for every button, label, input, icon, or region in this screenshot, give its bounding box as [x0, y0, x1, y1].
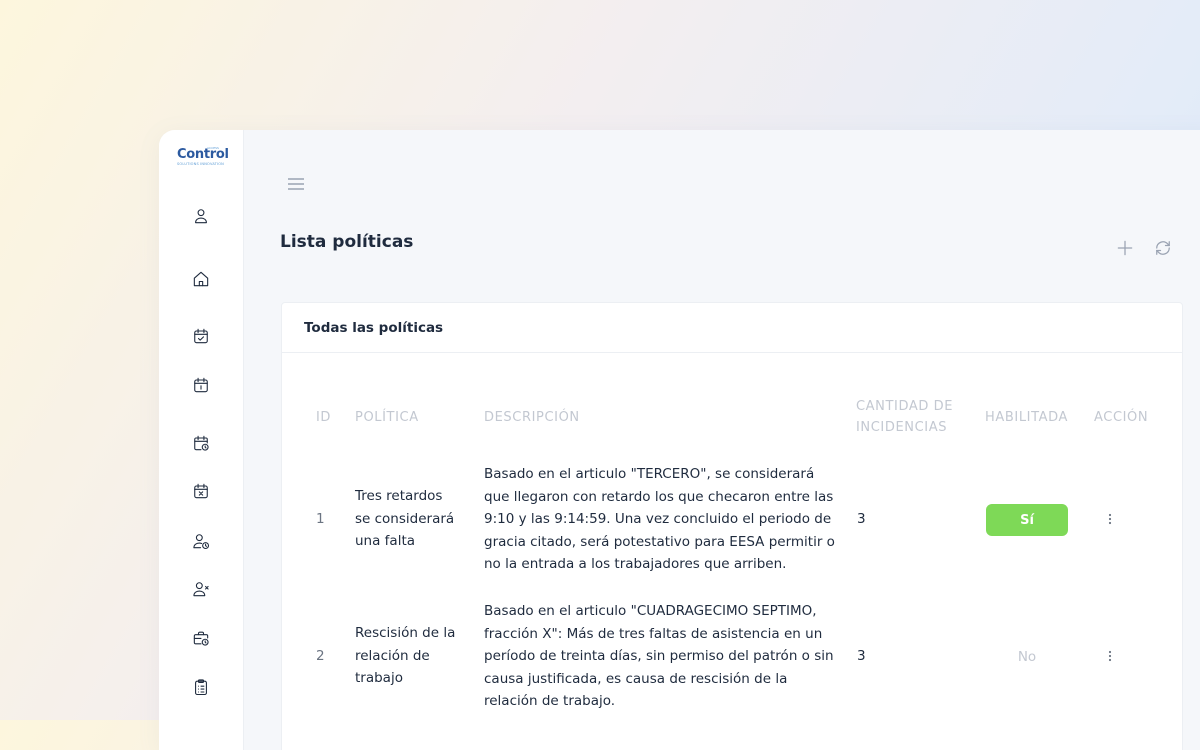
kebab-menu-icon: [1108, 513, 1112, 525]
sidebar-item-absent-employees[interactable]: [189, 577, 213, 601]
sidebar: ACCESS Control SOLUTIONS INNOVATION: [159, 130, 244, 750]
card-title: Todas las políticas: [282, 303, 1182, 353]
row-id: 1: [316, 511, 325, 527]
home-icon: [193, 271, 209, 287]
user-x-icon: [193, 582, 209, 597]
plus-icon: [1117, 240, 1133, 256]
clipboard-list-icon: [195, 679, 207, 696]
sidebar-item-reports[interactable]: [189, 675, 213, 699]
logo-tiny-text: ACCESS: [207, 146, 219, 150]
policies-card: Todas las políticas ID POLÍTICA DESCRIPC…: [281, 302, 1183, 750]
table-row[interactable]: 1 Tres retardos se considerará una falta…: [282, 463, 1182, 578]
row-description-line: gracia citado, será potestativo para EES…: [484, 533, 835, 550]
column-header-count[interactable]: CANTIDAD DE INCIDENCIAS: [856, 396, 953, 438]
column-header-action: ACCIÓN: [1094, 410, 1149, 425]
column-header-enabled[interactable]: HABILITADA: [985, 407, 1068, 428]
row-description-line: 9:10 y las 9:14:59. Una vez concluido el…: [484, 511, 832, 527]
row-description-line: período de treinta días, sin permiso del…: [484, 648, 834, 664]
row-policy: Tres retardos se considerará una falta: [355, 485, 454, 553]
logo-wordmark: Control: [177, 147, 229, 162]
calendar-one-icon: [194, 377, 208, 393]
logo[interactable]: ACCESS Control SOLUTIONS INNOVATION: [177, 146, 229, 172]
hamburger-icon: [288, 178, 304, 190]
column-header-count-line2: INCIDENCIAS: [856, 420, 948, 435]
sidebar-item-late-employees[interactable]: [189, 529, 213, 553]
table-header: ID POLÍTICA DESCRIPCIÓN CANTIDAD DE INCI…: [282, 396, 1182, 440]
briefcase-clock-icon: [193, 631, 209, 646]
row-policy-line: Tres retardos: [355, 488, 443, 504]
row-policy-line: Rescisión de la: [355, 625, 456, 641]
row-policy-line: se considerará: [355, 510, 455, 527]
menu-toggle[interactable]: [287, 176, 305, 192]
row-count: 3: [857, 648, 866, 664]
column-header-id[interactable]: ID: [316, 407, 331, 428]
enabled-toggle-on[interactable]: Sí: [986, 504, 1068, 536]
kebab-menu-icon: [1108, 650, 1112, 662]
sidebar-item-work-hours[interactable]: [189, 626, 213, 650]
row-policy-line: relación de: [355, 647, 430, 664]
row-actions-button[interactable]: [1100, 646, 1120, 666]
column-header-policy[interactable]: POLÍTICA: [355, 407, 419, 428]
row-id: 2: [316, 648, 325, 664]
sidebar-item-absences[interactable]: [189, 479, 213, 503]
page-title: Lista políticas: [280, 232, 414, 252]
logo-subtext: SOLUTIONS INNOVATION: [177, 162, 224, 166]
sidebar-item-profile[interactable]: [189, 204, 213, 228]
app-window: ACCESS Control SOLUTIONS INNOVATION List…: [159, 130, 1200, 750]
row-description-line: causa justificada, es causa de rescisión…: [484, 670, 788, 687]
row-description: Basado en el articulo "TERCERO", se cons…: [484, 463, 835, 576]
sidebar-item-schedule[interactable]: [189, 431, 213, 455]
enabled-toggle-off[interactable]: No: [986, 641, 1068, 673]
refresh-icon: [1156, 241, 1170, 255]
sidebar-item-calendar[interactable]: [189, 373, 213, 397]
row-actions-button[interactable]: [1100, 509, 1120, 529]
row-policy-line: una falta: [355, 533, 416, 549]
main-content: Lista políticas Todas las políticas ID P…: [243, 130, 1200, 750]
row-description-line: Basado en el articulo "TERCERO", se cons…: [484, 466, 815, 482]
refresh-button[interactable]: [1151, 236, 1175, 260]
column-header-description[interactable]: DESCRIPCIÓN: [484, 407, 580, 428]
row-count: 3: [857, 511, 866, 527]
user-icon: [195, 209, 207, 224]
row-description-line: que llegaron con retardo los que checaro…: [484, 488, 834, 505]
sidebar-item-attendance[interactable]: [189, 324, 213, 348]
calendar-x-icon: [194, 483, 208, 499]
user-clock-icon: [193, 534, 210, 550]
add-policy-button[interactable]: [1113, 236, 1137, 260]
column-header-count-line1: CANTIDAD DE: [856, 399, 954, 414]
row-policy: Rescisión de la relación de trabajo: [355, 622, 455, 690]
table-row[interactable]: 2 Rescisión de la relación de trabajo Ba…: [282, 600, 1182, 715]
row-policy-line: trabajo: [355, 670, 403, 686]
row-description-line: Basado en el articulo "CUADRAGECIMO SEPT…: [484, 603, 817, 619]
page-actions: [1113, 236, 1175, 260]
calendar-check-icon: [194, 328, 208, 344]
calendar-clock-icon: [194, 435, 209, 451]
row-description-line: relación de trabajo.: [484, 693, 616, 709]
row-description-line: no la entrada a los trabajadores que arr…: [484, 556, 787, 572]
sidebar-item-home[interactable]: [189, 267, 213, 291]
row-description: Basado en el articulo "CUADRAGECIMO SEPT…: [484, 600, 834, 713]
row-description-line: fracción X": Más de tres faltas de asist…: [484, 625, 823, 642]
